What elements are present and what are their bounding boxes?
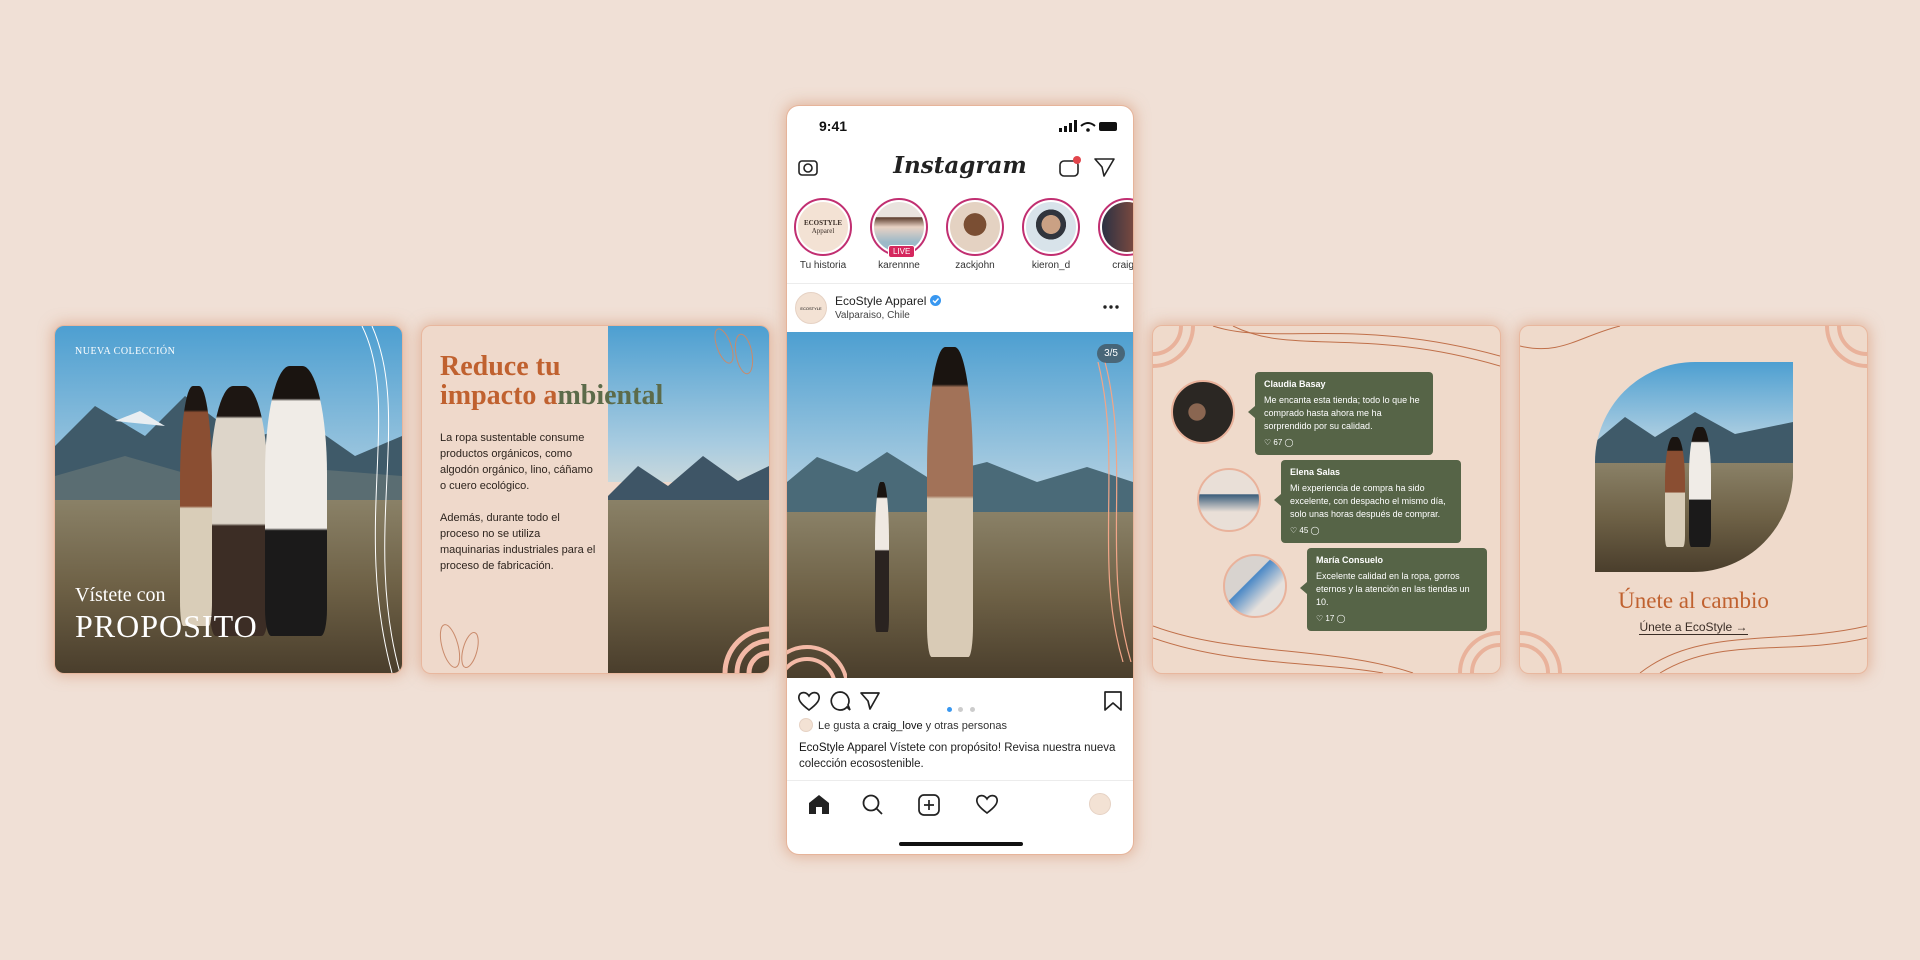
card-title: Reduce tu impacto ambiental [440, 351, 664, 411]
card-title-line1: Vístete con [75, 584, 166, 606]
share-icon[interactable] [859, 690, 881, 712]
cta-title: Únete al cambio [1618, 588, 1769, 613]
post-card-impact[interactable]: Reduce tu impacto ambiental La ropa sust… [422, 326, 769, 673]
carousel-dots [947, 699, 975, 717]
comment-icon[interactable] [829, 690, 851, 712]
post-card-join[interactable]: Únete al cambio Únete a EcoStyle → [1520, 326, 1867, 673]
search-icon[interactable] [861, 793, 885, 817]
story-item[interactable]: kieron_d [1019, 198, 1083, 271]
activity-icon[interactable] [975, 793, 999, 815]
story-name: kieron_d [1031, 260, 1071, 271]
leaf-shaped-photo [1595, 362, 1793, 572]
status-time: 9:41 [819, 118, 848, 134]
paragraph: La ropa sustentable consume productos or… [440, 432, 593, 492]
story-item[interactable]: LIVE karennne [867, 198, 931, 271]
live-badge: LIVE [888, 245, 916, 258]
profile-icon[interactable] [1089, 793, 1111, 815]
story-name: craig_l [1112, 260, 1133, 271]
avatar [1197, 468, 1261, 532]
home-indicator [899, 842, 1023, 846]
review-bubble: Elena Salas Mi experiencia de compra ha … [1274, 460, 1461, 543]
decorative-lines [361, 326, 401, 673]
post-image[interactable]: 3/5 [787, 332, 1133, 678]
home-icon[interactable] [807, 793, 831, 815]
add-icon[interactable] [917, 793, 941, 817]
story-item[interactable]: craig_l [1095, 198, 1133, 271]
story-name: karennne [878, 260, 920, 271]
more-icon[interactable] [1103, 304, 1119, 310]
post-card-reviews[interactable]: Claudia Basay Me encanta esta tienda; to… [1153, 326, 1500, 673]
story-item[interactable]: zackjohn [943, 198, 1007, 271]
igtv-icon[interactable] [1057, 154, 1083, 180]
avatar [799, 718, 813, 732]
review-bubble: Claudia Basay Me encanta esta tienda; to… [1248, 372, 1433, 455]
leaf-icon [439, 624, 479, 668]
status-icons [1059, 120, 1117, 132]
card-body: La ropa sustentable consume productos or… [440, 430, 600, 590]
post-location: Valparaiso, Chile [835, 310, 910, 321]
avatar [1171, 380, 1235, 444]
direct-icon[interactable] [1093, 156, 1117, 178]
slide-counter: 3/5 [1097, 344, 1125, 363]
status-bar: 9:41 [787, 106, 1133, 146]
app-header: Instagram [787, 146, 1133, 190]
decorative-lines [1097, 362, 1132, 662]
heart-icon[interactable] [797, 690, 821, 712]
bookmark-icon[interactable] [1103, 690, 1123, 712]
stories-row: ECOSTYLE Apparel Tu historia LIVE karenn… [787, 194, 1133, 284]
join-link[interactable]: Únete a EcoStyle → [1520, 620, 1867, 635]
arc-decoration [787, 645, 847, 678]
story-name: zackjohn [955, 260, 995, 271]
bottom-tab-bar [787, 780, 1133, 830]
story-name: Tu historia [799, 260, 847, 271]
card-title-line2: PROPOSITO [75, 608, 258, 644]
avatar[interactable]: ECOSTYLE [795, 292, 827, 324]
post-caption: EcoStyle Apparel Vístete con propósito! … [799, 742, 1116, 770]
avatar [1223, 554, 1287, 618]
account-name[interactable]: EcoStyle Apparel [835, 294, 941, 308]
post-header: ECOSTYLE EcoStyle Apparel Valparaiso, Ch… [787, 286, 1133, 332]
collection-label: NUEVA COLECCIÓN [75, 346, 176, 357]
post-card-new-collection[interactable]: NUEVA COLECCIÓN Vístete con PROPOSITO [55, 326, 402, 673]
likes-line: Le gusta a craig_love y otras personas [799, 718, 1007, 732]
story-item[interactable]: ECOSTYLE Apparel Tu historia [791, 198, 855, 271]
arc-decoration [722, 626, 769, 673]
review-bubble: María Consuelo Excelente calidad en la r… [1300, 548, 1487, 631]
verified-icon [929, 295, 941, 306]
paragraph: Además, durante todo el proceso no se ut… [440, 512, 596, 572]
post-actions [787, 678, 1133, 722]
instagram-phone-mockup: 9:41 Instagram ECOSTYLE Apparel Tu histo… [787, 106, 1133, 854]
